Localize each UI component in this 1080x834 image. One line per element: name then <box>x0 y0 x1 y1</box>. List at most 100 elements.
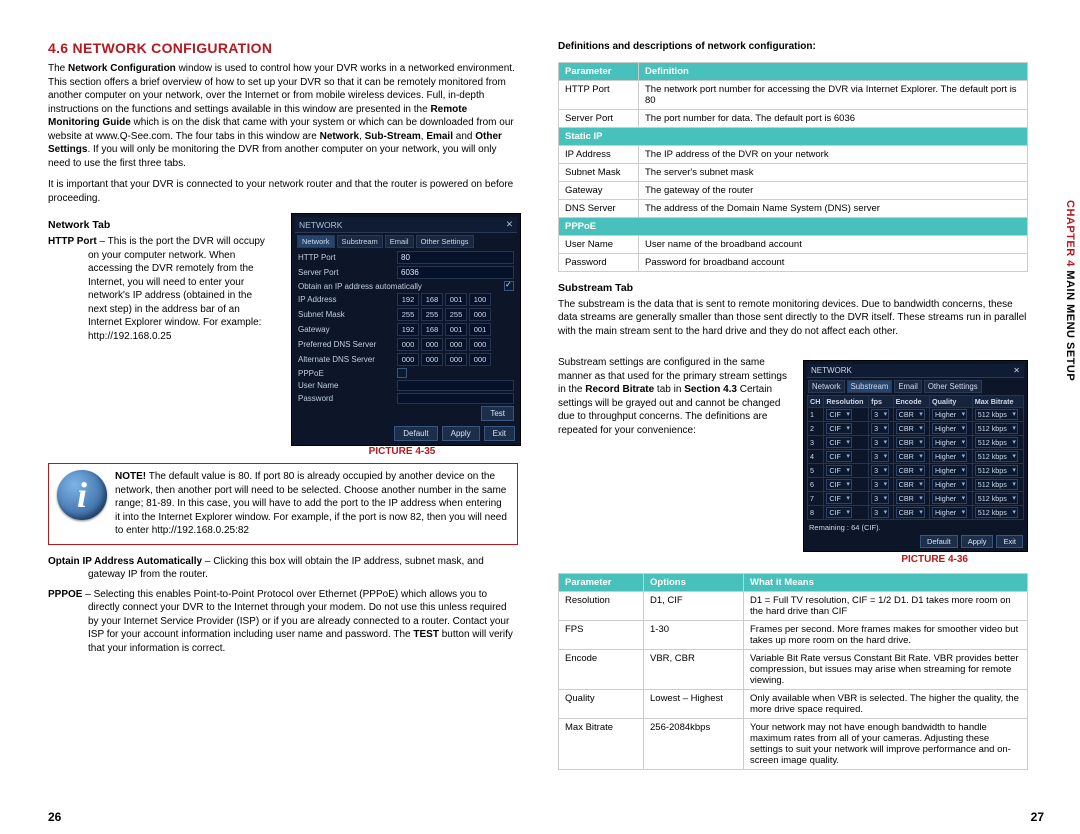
gateway-input[interactable]: 192168001001 <box>397 323 491 336</box>
th: Resolution <box>824 396 869 408</box>
bitrate-select[interactable]: 512 kbps <box>972 464 1023 478</box>
bitrate-select[interactable]: 512 kbps <box>972 422 1023 436</box>
default-button[interactable]: Default <box>920 535 958 548</box>
tab-other[interactable]: Other Settings <box>924 380 982 393</box>
fps-select[interactable]: 3 <box>869 478 893 492</box>
td: The server's subnet mask <box>639 163 1028 181</box>
tab-email[interactable]: Email <box>385 235 414 248</box>
password-input[interactable] <box>397 393 514 404</box>
td: D1 = Full TV resolution, CIF = 1/2 D1. D… <box>744 592 1028 621</box>
close-icon[interactable]: ✕ <box>506 219 513 230</box>
quality-select[interactable]: Higher <box>929 506 972 520</box>
tab-network[interactable]: Network <box>808 380 845 393</box>
tab-network[interactable]: Network <box>297 235 335 248</box>
bitrate-select[interactable]: 512 kbps <box>972 436 1023 450</box>
resolution-select[interactable]: CIF <box>824 506 869 520</box>
resolution-select[interactable]: CIF <box>824 492 869 506</box>
info-icon <box>57 470 107 520</box>
td: Server Port <box>559 109 639 127</box>
tab-email[interactable]: Email <box>894 380 922 393</box>
quality-select[interactable]: Higher <box>929 478 972 492</box>
http-port-input[interactable]: 80 <box>397 251 514 264</box>
td: Only available when VBR is selected. The… <box>744 690 1028 719</box>
fps-select[interactable]: 3 <box>869 464 893 478</box>
bitrate-select[interactable]: 512 kbps <box>972 478 1023 492</box>
td: 1-30 <box>644 621 744 650</box>
obtain-lead: Optain IP Address Automatically <box>48 556 202 567</box>
text-bold: Section 4.3 <box>684 384 737 395</box>
fps-select[interactable]: 3 <box>869 492 893 506</box>
group-pppoe: PPPoE <box>559 217 1028 235</box>
bitrate-select[interactable]: 512 kbps <box>972 450 1023 464</box>
dialog-title: NETWORK <box>811 366 852 375</box>
close-icon[interactable]: ✕ <box>1013 366 1020 375</box>
td: Gateway <box>559 181 639 199</box>
td: 1 <box>808 408 824 422</box>
exit-button[interactable]: Exit <box>484 426 515 441</box>
server-port-input[interactable]: 6036 <box>397 266 514 279</box>
td: User Name <box>559 235 639 253</box>
tab-other[interactable]: Other Settings <box>416 235 474 248</box>
resolution-select[interactable]: CIF <box>824 436 869 450</box>
group-static-ip: Static IP <box>559 127 1028 145</box>
ip-address-input[interactable]: 192168001100 <box>397 293 491 306</box>
td: Max Bitrate <box>559 719 644 770</box>
apply-button[interactable]: Apply <box>961 535 994 548</box>
quality-select[interactable]: Higher <box>929 492 972 506</box>
quality-select[interactable]: Higher <box>929 422 972 436</box>
encode-select[interactable]: CBR <box>893 408 929 422</box>
fps-select[interactable]: 3 <box>869 422 893 436</box>
subnet-mask-input[interactable]: 255255255000 <box>397 308 491 321</box>
encode-select[interactable]: CBR <box>893 464 929 478</box>
tab-substream[interactable]: Substream <box>337 235 383 248</box>
fps-select[interactable]: 3 <box>869 450 893 464</box>
encode-select[interactable]: CBR <box>893 450 929 464</box>
td: 6 <box>808 478 824 492</box>
fps-select[interactable]: 3 <box>869 408 893 422</box>
resolution-select[interactable]: CIF <box>824 450 869 464</box>
tab-substream[interactable]: Substream <box>847 380 893 393</box>
td: User name of the broadband account <box>639 235 1028 253</box>
alt-dns-input[interactable]: 000000000000 <box>397 353 491 366</box>
obtain-ip-item: Optain IP Address Automatically – Clicki… <box>48 555 518 582</box>
obtain-ip-checkbox[interactable] <box>504 281 514 291</box>
http-port-body: – This is the port the DVR will occupy o… <box>88 236 265 342</box>
encode-select[interactable]: CBR <box>893 492 929 506</box>
pppoe-item: PPPOE – Selecting this enables Point-to-… <box>48 588 518 656</box>
note-box: NOTE! The default value is 80. If port 8… <box>48 463 518 545</box>
resolution-select[interactable]: CIF <box>824 422 869 436</box>
resolution-select[interactable]: CIF <box>824 408 869 422</box>
bitrate-select[interactable]: 512 kbps <box>972 506 1023 520</box>
fps-select[interactable]: 3 <box>869 506 893 520</box>
label: Preferred DNS Server <box>298 340 393 349</box>
username-input[interactable] <box>397 380 514 391</box>
bitrate-select[interactable]: 512 kbps <box>972 408 1023 422</box>
section-title: 4.6 NETWORK CONFIGURATION <box>48 40 518 56</box>
bitrate-select[interactable]: 512 kbps <box>972 492 1023 506</box>
encode-select[interactable]: CBR <box>893 506 929 520</box>
label: Server Port <box>298 268 393 277</box>
encode-select[interactable]: CBR <box>893 478 929 492</box>
td: IP Address <box>559 145 639 163</box>
td: HTTP Port <box>559 80 639 109</box>
quality-select[interactable]: Higher <box>929 464 972 478</box>
td: The port number for data. The default po… <box>639 109 1028 127</box>
td: 5 <box>808 464 824 478</box>
default-button[interactable]: Default <box>394 426 437 441</box>
resolution-select[interactable]: CIF <box>824 478 869 492</box>
fps-select[interactable]: 3 <box>869 436 893 450</box>
text: and <box>453 131 475 142</box>
quality-select[interactable]: Higher <box>929 436 972 450</box>
resolution-select[interactable]: CIF <box>824 464 869 478</box>
pppoe-checkbox[interactable] <box>397 368 407 378</box>
encode-select[interactable]: CBR <box>893 436 929 450</box>
label: HTTP Port <box>298 253 393 262</box>
pref-dns-input[interactable]: 000000000000 <box>397 338 491 351</box>
quality-select[interactable]: Higher <box>929 408 972 422</box>
quality-select[interactable]: Higher <box>929 450 972 464</box>
apply-button[interactable]: Apply <box>442 426 480 441</box>
exit-button[interactable]: Exit <box>996 535 1023 548</box>
td: VBR, CBR <box>644 650 744 690</box>
test-button[interactable]: Test <box>481 406 514 421</box>
encode-select[interactable]: CBR <box>893 422 929 436</box>
